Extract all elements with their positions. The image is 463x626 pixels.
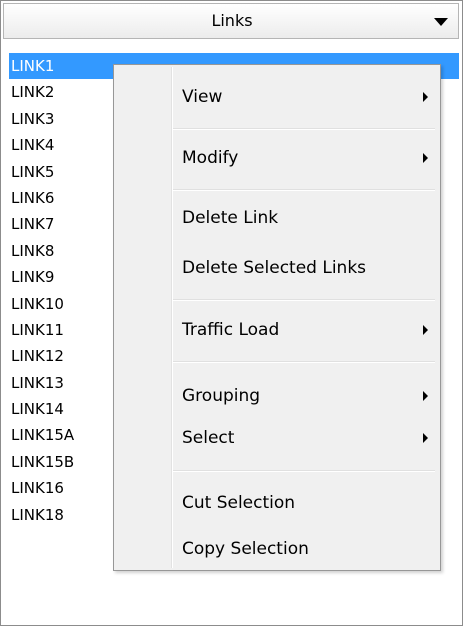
menu-item-delete-selected-links[interactable]: Delete Selected Links <box>116 248 438 288</box>
menu-item-traffic-load[interactable]: Traffic Load <box>116 310 438 350</box>
menu-item-copy-selection[interactable]: Copy Selection <box>116 529 438 569</box>
menu-item-select[interactable]: Select <box>116 418 438 458</box>
menu-item-label: Traffic Load <box>182 320 280 340</box>
menu-item-label: Grouping <box>182 386 261 406</box>
menu-item-label: Copy Selection <box>182 539 309 559</box>
menu-item-modify[interactable]: Modify <box>116 138 438 178</box>
submenu-arrow-icon <box>423 325 428 335</box>
submenu-arrow-icon <box>423 92 428 102</box>
header-title: Links <box>211 11 253 30</box>
menu-item-delete-link[interactable]: Delete Link <box>116 198 438 238</box>
menu-item-view[interactable]: View <box>116 77 438 117</box>
links-header[interactable]: Links <box>3 3 459 39</box>
menu-separator <box>173 189 435 191</box>
menu-item-grouping[interactable]: Grouping <box>116 376 438 416</box>
menu-item-cut-selection[interactable]: Cut Selection <box>116 483 438 523</box>
menu-item-label: View <box>182 87 223 107</box>
menu-item-label: Cut Selection <box>182 493 296 513</box>
menu-separator <box>173 299 435 301</box>
menu-separator <box>173 470 435 472</box>
menu-separator <box>173 128 435 130</box>
submenu-arrow-icon <box>423 153 428 163</box>
submenu-arrow-icon <box>423 391 428 401</box>
context-menu: View Modify Delete Link Delete Selected … <box>113 64 441 571</box>
submenu-arrow-icon <box>423 433 428 443</box>
menu-item-label: Delete Selected Links <box>182 258 367 278</box>
menu-item-label: Modify <box>182 148 239 168</box>
menu-separator <box>173 361 435 363</box>
menu-item-label: Delete Link <box>182 208 279 228</box>
menu-item-label: Select <box>182 428 235 448</box>
dropdown-arrow-icon[interactable] <box>434 18 448 26</box>
